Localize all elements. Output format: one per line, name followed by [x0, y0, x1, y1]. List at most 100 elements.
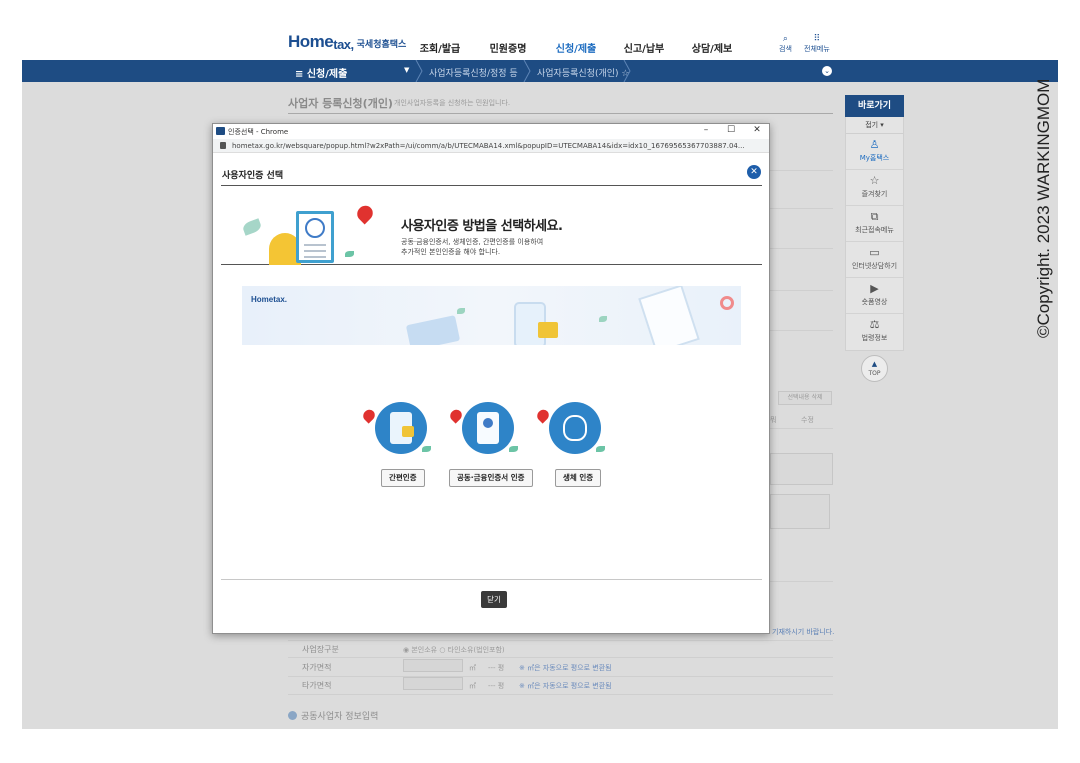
- intro-desc-line2: 추가적인 본인인증을 해야 합니다.: [401, 248, 501, 256]
- window-title: 인증선택 - Chrome: [228, 128, 289, 136]
- global-nav: 조회/발급 민원증명 신청/제출 신고/납부 상담/제보: [406, 40, 746, 55]
- quick-item-label: 인터넷상담하기: [851, 262, 898, 270]
- nav-application[interactable]: 신청/제출: [542, 40, 610, 55]
- quick-fold-toggle[interactable]: 접기 ▾: [846, 117, 903, 134]
- quick-item-label: 최근접속메뉴: [855, 226, 894, 234]
- logo-tax-text: tax,: [333, 37, 354, 52]
- breadcrumb-item-1[interactable]: 사업자등록신청/정정 등: [429, 66, 518, 79]
- recent-menu-icon: ⧉: [870, 210, 879, 223]
- breadcrumb-item-2[interactable]: 사업자등록신청(개인) ☆: [537, 66, 629, 79]
- delete-selected-button[interactable]: 선택내용 삭제: [778, 391, 832, 405]
- quick-item-label: 숏폼영상: [861, 298, 888, 306]
- intro-panel: 사용자인증 방법을 선택하세요. 공동·금융인증서, 생체인증, 간편인증를 이…: [221, 191, 762, 265]
- copyright-watermark: ©Copyright. 2023 WARKINGMOM: [1034, 78, 1053, 338]
- column-header-fragment: 뭐: [770, 416, 777, 424]
- chevron-down-icon[interactable]: ▼: [404, 66, 409, 74]
- quick-menu-body: 접기 ▾ ♙ My홈택스 ☆ 즐겨찾기 ⧉ 최근접속메뉴 ▭ 인터넷상담하기 ▶…: [845, 117, 904, 351]
- certificate-auth-button[interactable]: 공동·금융인증서 인증: [449, 469, 533, 487]
- star-icon: ☆: [869, 174, 880, 187]
- search-icon: ⌕: [782, 34, 788, 44]
- heart-illustration: [354, 202, 376, 225]
- quick-item-label: 법령정보: [861, 334, 888, 342]
- chat-icon: ▭: [869, 246, 880, 259]
- own-area-input[interactable]: [403, 659, 463, 672]
- site-type-options[interactable]: ◉ 본인소유 ○ 타인소유(법인포함): [403, 645, 505, 655]
- url-text[interactable]: hometax.go.kr/websquare/popup.html?w2xPa…: [232, 142, 762, 150]
- simple-auth-button[interactable]: 간편인증: [381, 469, 425, 487]
- window-close-icon[interactable]: ✕: [750, 125, 764, 135]
- nav-certificate[interactable]: 민원증명: [474, 40, 542, 55]
- notice-fragment: 기재하시기 바랍니다.: [772, 628, 835, 636]
- form-row-divider: [288, 640, 833, 641]
- leaf-illustration: [345, 251, 354, 257]
- form-row-divider: [288, 657, 833, 658]
- quick-item-law[interactable]: ⚖ 법령정보: [846, 314, 903, 350]
- row-label-own-area: 자가면적: [302, 663, 332, 672]
- leaf-illustration: [599, 316, 607, 322]
- nav-filing[interactable]: 신고/납부: [610, 40, 678, 55]
- logo-name: 국세청홈택스: [356, 40, 407, 50]
- location-bar: ≡ 신청/제출 ▼ 사업자등록신청/정정 등 사업자등록신청(개인) ☆ ⌄: [22, 60, 1058, 82]
- quick-item-favorites[interactable]: ☆ 즐겨찾기: [846, 170, 903, 206]
- rented-area-unit: ㎡: [469, 682, 476, 690]
- quick-menu-title: 바로가기: [845, 95, 904, 117]
- row-label-rented-area: 타가면적: [302, 681, 332, 690]
- minimize-icon[interactable]: –: [699, 125, 713, 135]
- maximize-icon[interactable]: ☐: [724, 125, 738, 135]
- expand-circle-icon[interactable]: ⌄: [822, 66, 832, 76]
- nav-inquiry[interactable]: 조회/발급: [406, 40, 474, 55]
- popup-header: 사용자인증 선택 ✕: [221, 164, 762, 186]
- quick-menu: 바로가기 접기 ▾ ♙ My홈택스 ☆ 즐겨찾기 ⧉ 최근접속메뉴 ▭ 인터넷상…: [845, 95, 904, 351]
- biometric-auth-option[interactable]: [534, 402, 605, 454]
- window-title-bar[interactable]: 인증선택 - Chrome – ☐ ✕: [213, 124, 769, 139]
- fingerprint-icon: [534, 402, 605, 454]
- intro-description: 공동·금융인증서, 생체인증, 간편인증를 이용하여 추가적인 본인인증을 해야…: [401, 237, 543, 257]
- mobile-auth-icon: [360, 402, 431, 454]
- quick-item-label: My홈택스: [859, 154, 890, 162]
- all-menu-tool[interactable]: ⠿ 전체메뉴: [804, 34, 830, 54]
- form-row-divider: [288, 694, 833, 695]
- search-tool[interactable]: ⌕ 검색: [779, 34, 792, 54]
- certificate-auth-option[interactable]: [447, 402, 518, 454]
- lock-icon: [220, 142, 226, 149]
- document-illustration: [638, 286, 700, 345]
- close-button[interactable]: 닫기: [481, 591, 507, 608]
- certificate-document-illustration: [296, 211, 334, 263]
- quick-item-consult[interactable]: ▭ 인터넷상담하기: [846, 242, 903, 278]
- hometax-logo[interactable]: Home tax, 국세청홈택스: [288, 32, 406, 52]
- arrow-up-icon: ▲: [871, 360, 878, 368]
- screen: Home tax, 국세청홈택스 조회/발급 민원증명 신청/제출 신고/납부 …: [0, 0, 1080, 763]
- footer-divider: [221, 579, 762, 580]
- quick-item-my-hometax[interactable]: ♙ My홈택스: [846, 134, 903, 170]
- banner-logo: Hometax.: [251, 295, 288, 304]
- rented-area-input[interactable]: [403, 677, 463, 690]
- rented-area-pyeong: --- 평: [488, 682, 505, 690]
- grid-icon: ⠿: [813, 34, 821, 44]
- card-illustration: [405, 315, 461, 345]
- simple-auth-option[interactable]: [360, 402, 431, 454]
- section-bullet-icon: [288, 711, 297, 720]
- key-illustration: [720, 296, 734, 310]
- nav-consult[interactable]: 상담/제보: [678, 40, 746, 55]
- column-header-edit: 수정: [801, 416, 814, 424]
- leaf-illustration: [241, 218, 263, 236]
- site-header: Home tax, 국세청홈택스 조회/발급 민원증명 신청/제출 신고/납부 …: [22, 28, 1058, 60]
- biometric-auth-button[interactable]: 생체 인증: [555, 469, 602, 487]
- breadcrumb-separator-icon: [623, 60, 631, 82]
- scroll-top-button[interactable]: ▲ TOP: [861, 355, 888, 382]
- close-icon[interactable]: ✕: [747, 165, 761, 179]
- form-row-divider: [288, 676, 833, 677]
- menu-toggle[interactable]: ≡ 신청/제출: [295, 65, 347, 80]
- own-area-pyeong: --- 평: [488, 664, 505, 672]
- gavel-icon: ⚖: [869, 318, 880, 331]
- person-icon: ♙: [869, 138, 880, 151]
- text-area[interactable]: [770, 494, 830, 529]
- page-description: 개인사업자등록을 신청하는 민원입니다.: [394, 99, 511, 107]
- quick-item-label: 즐겨찾기: [861, 190, 888, 198]
- quick-item-video[interactable]: ▶ 숏폼영상: [846, 278, 903, 314]
- title-divider: [288, 113, 833, 114]
- row-label-site-type: 사업장구분: [302, 645, 339, 654]
- address-bar[interactable]: hometax.go.kr/websquare/popup.html?w2xPa…: [213, 139, 769, 153]
- text-area[interactable]: [770, 453, 833, 485]
- quick-item-recent[interactable]: ⧉ 최근접속메뉴: [846, 206, 903, 242]
